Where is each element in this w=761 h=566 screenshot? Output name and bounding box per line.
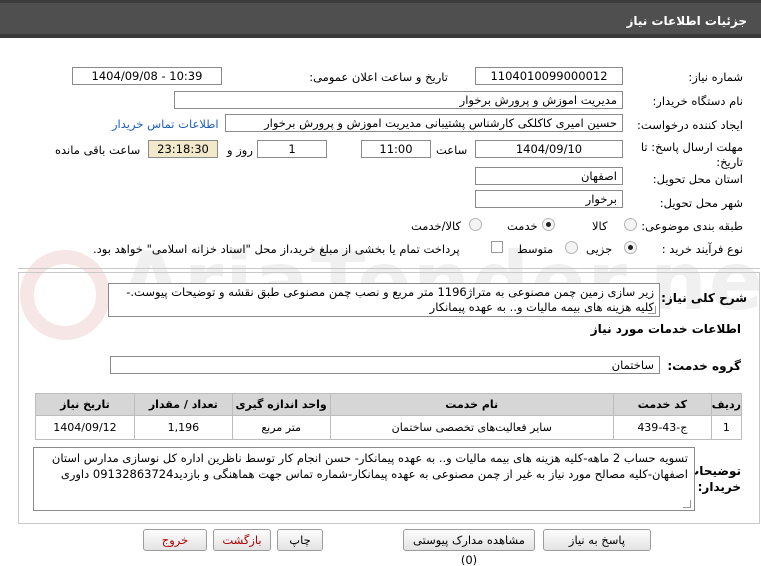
description-text: زیر سازی زمین چمن مصنوعی به متراژ1196 مت… xyxy=(126,285,654,314)
buyer-contact-link[interactable]: اطلاعات تماس خریدار xyxy=(112,117,219,131)
buyer-notes-textarea[interactable]: تسویه حساب 2 ماهه-کلیه هزینه های بیمه ما… xyxy=(33,447,695,511)
service-group-label: گروه خدمت: xyxy=(667,359,741,373)
province-label: استان محل تحویل: xyxy=(652,172,743,186)
treasury-checkbox[interactable] xyxy=(491,241,503,253)
creator-field[interactable]: حسین امیری کاکلکی کارشناس پشتیبانی مدیری… xyxy=(225,114,623,132)
divider xyxy=(18,268,760,269)
cell-row: 1 xyxy=(710,415,743,440)
cell-service-code: ج-43-439 xyxy=(612,415,712,440)
city-label: شهر محل تحویل: xyxy=(659,196,743,210)
table-header-row: ردیف کد خدمت نام خدمت واحد اندازه گیری ت… xyxy=(35,393,743,416)
remaining-time-label: ساعت باقی مانده xyxy=(55,143,141,157)
col-service-code: کد خدمت xyxy=(612,393,712,416)
services-table: ردیف کد خدمت نام خدمت واحد اندازه گیری ت… xyxy=(35,393,743,440)
col-need-date: تاریخ نیاز xyxy=(35,393,135,416)
process-minor-label: جزیی xyxy=(586,242,613,256)
cell-quantity: 1,196 xyxy=(133,415,233,440)
city-field[interactable]: برخوار xyxy=(475,190,623,208)
cell-need-date: 1404/09/12 xyxy=(35,415,135,440)
buyer-org-field[interactable]: مدیریت اموزش و پرورش برخوار xyxy=(174,91,623,109)
page-header: جزئیات اطلاعات نیاز xyxy=(0,0,761,38)
col-quantity: تعداد / مقدار xyxy=(133,393,233,416)
days-remaining-field[interactable]: 1 xyxy=(257,140,327,158)
page-title: جزئیات اطلاعات نیاز xyxy=(626,14,747,28)
announce-date-field[interactable]: 1404/09/08 - 10:39 xyxy=(72,67,222,85)
table-row[interactable]: 1 ج-43-439 سایر فعالیت‌های تخصصی ساختمان… xyxy=(35,415,743,440)
exit-button[interactable]: خروج xyxy=(143,529,207,551)
cell-unit: متر مربع xyxy=(231,415,331,440)
province-field[interactable]: اصفهان xyxy=(475,167,623,185)
print-button[interactable]: چاپ xyxy=(277,529,323,551)
process-minor-radio[interactable] xyxy=(624,241,637,254)
category-goods-label: کالا xyxy=(592,219,608,233)
process-medium-label: متوسط xyxy=(517,242,554,256)
description-textarea[interactable]: زیر سازی زمین چمن مصنوعی به متراژ1196 مت… xyxy=(108,283,660,317)
col-service-name: نام خدمت xyxy=(329,393,614,416)
need-number-label: شماره نیاز: xyxy=(688,70,743,84)
process-medium-radio[interactable] xyxy=(565,241,578,254)
service-group-field[interactable]: ساختمان xyxy=(110,356,660,374)
deadline-time-field[interactable]: 11:00 xyxy=(361,140,431,158)
view-attachments-button[interactable]: مشاهده مدارک پیوستی (0) xyxy=(403,529,535,566)
buyer-org-label: نام دستگاه خریدار: xyxy=(652,94,743,108)
resize-handle-icon[interactable] xyxy=(648,306,656,314)
col-row: ردیف xyxy=(710,393,743,416)
description-label: شرح کلی نیاز: xyxy=(661,291,747,305)
category-goods-service-label: کالا/خدمت xyxy=(411,219,462,233)
resize-handle-icon[interactable] xyxy=(683,500,691,508)
col-unit: واحد اندازه گیری xyxy=(231,393,331,416)
services-section-title: اطلاعات خدمات مورد نیاز xyxy=(590,322,741,336)
cell-service-name: سایر فعالیت‌های تخصصی ساختمان xyxy=(329,415,614,440)
category-service-label: خدمت xyxy=(507,219,538,233)
back-button[interactable]: بازگشت xyxy=(213,529,271,551)
category-goods-service-radio[interactable] xyxy=(469,218,482,231)
buyer-notes-text: تسویه حساب 2 ماهه-کلیه هزینه های بیمه ما… xyxy=(51,451,688,481)
deadline-label: مهلت ارسال پاسخ: تا تاریخ: xyxy=(640,140,743,169)
treasury-note: پرداخت تمام یا بخشی از مبلغ خرید،از محل … xyxy=(93,242,460,256)
process-type-label: نوع فرآیند خرید : xyxy=(661,242,743,256)
reply-button[interactable]: پاسخ به نیاز xyxy=(543,529,651,551)
deadline-time-label: ساعت xyxy=(436,143,468,157)
category-label: طبقه بندی موضوعی: xyxy=(641,219,743,233)
days-label: روز و xyxy=(227,143,253,157)
category-service-radio[interactable] xyxy=(542,218,555,231)
announce-date-label: تاریخ و ساعت اعلان عمومی: xyxy=(309,70,448,84)
remaining-time-field: 23:18:30 xyxy=(148,140,218,158)
need-number-field[interactable]: 1104010099000012 xyxy=(475,67,623,85)
deadline-date-field[interactable]: 1404/09/10 xyxy=(475,140,623,158)
buyer-notes-label: توضیحات خریدار: xyxy=(687,464,741,494)
category-goods-radio[interactable] xyxy=(624,218,637,231)
creator-label: ایجاد کننده درخواست: xyxy=(637,118,743,132)
